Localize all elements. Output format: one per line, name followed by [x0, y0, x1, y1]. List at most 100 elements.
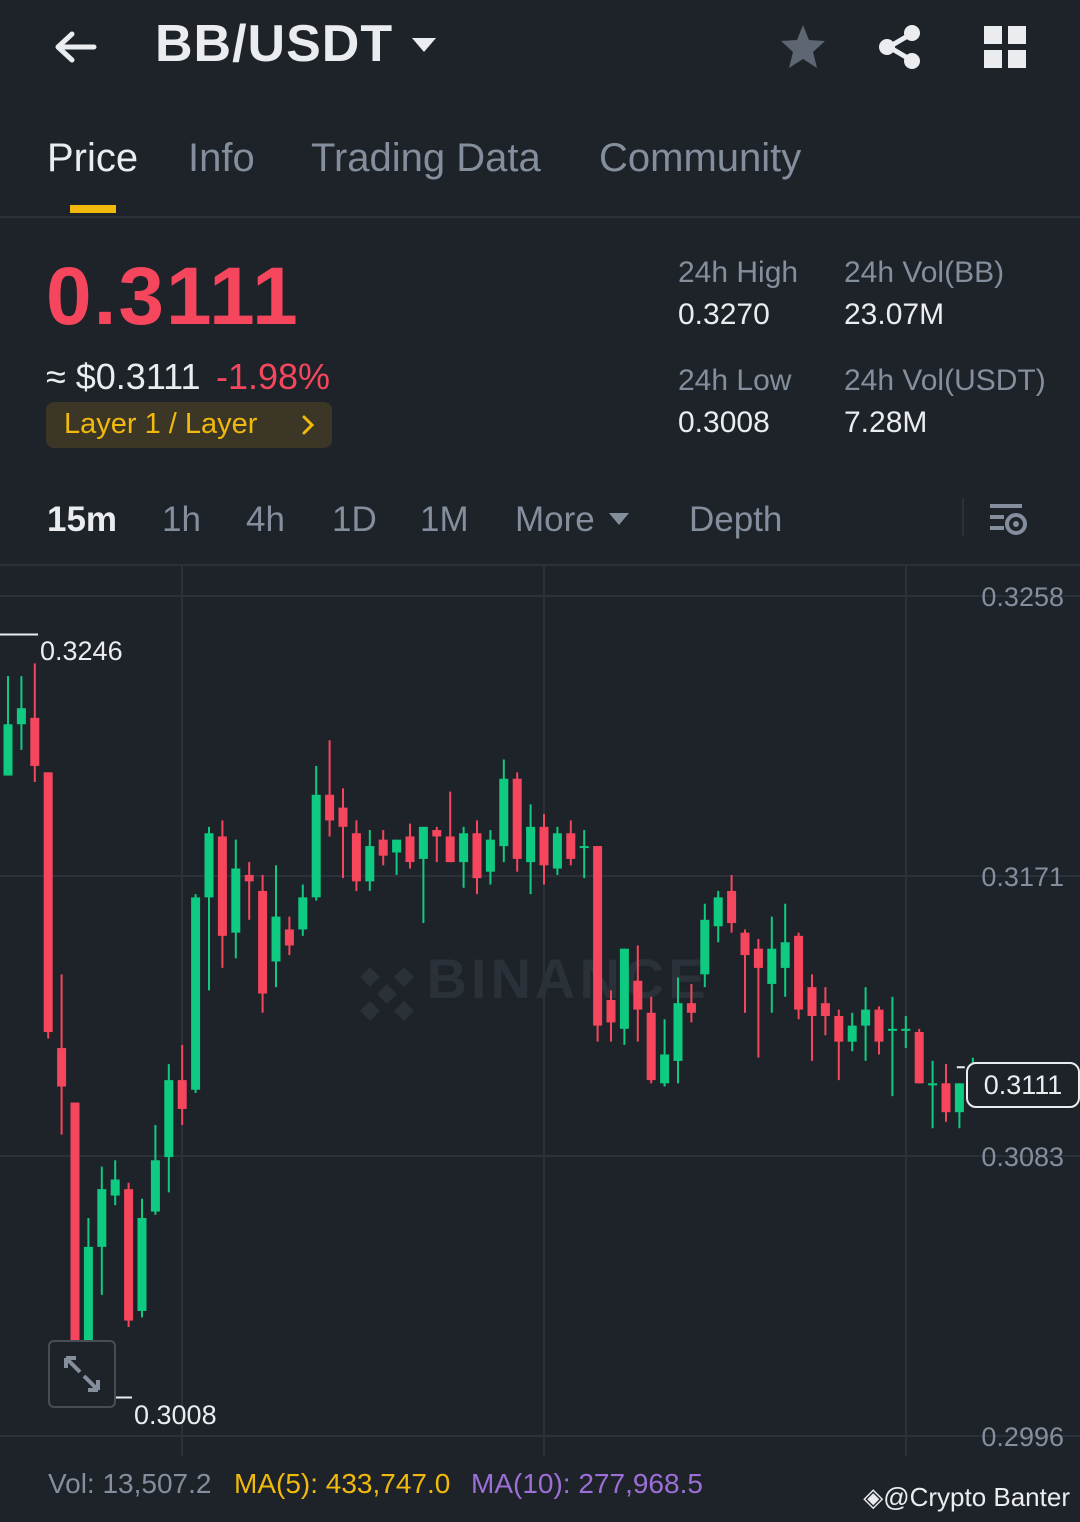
candle-body [244, 874, 254, 882]
stat-24h-high-label: 24h High [678, 256, 799, 289]
candle-body [150, 1160, 160, 1212]
tab-info[interactable]: Info [188, 136, 255, 181]
candle-body [593, 846, 603, 1026]
expand-icon [64, 1356, 100, 1392]
star-icon[interactable] [778, 22, 828, 72]
candle-body [847, 1025, 857, 1042]
candle-body [928, 1083, 938, 1086]
candle-body [231, 868, 241, 933]
min-price-label: 0.3008 [134, 1400, 217, 1430]
back-arrow-icon[interactable] [50, 22, 100, 72]
candle-body [217, 836, 227, 936]
stat-24h-vol-quote-label: 24h Vol(USDT) [844, 364, 1046, 397]
candle-body [271, 916, 281, 962]
candle-body [258, 890, 268, 994]
interval-1d[interactable]: 1D [332, 500, 377, 540]
candle-body [566, 833, 576, 859]
candle-body [780, 942, 790, 968]
candle-body [338, 807, 348, 827]
candle-body [874, 1009, 884, 1042]
tab-price[interactable]: Price [47, 136, 138, 181]
candle-body [660, 1054, 670, 1084]
candle-body [57, 1048, 67, 1087]
candle-body [834, 1016, 844, 1042]
last-price-tag-value: 0.3111 [983, 1070, 1063, 1100]
pair-title[interactable]: BB/USDT [155, 14, 393, 74]
candle-body [954, 1083, 964, 1113]
volume-readout: Vol: 13,507.2 [48, 1468, 212, 1499]
last-price-tag: 0.3111 [966, 1062, 1080, 1108]
chevron-right-icon [302, 415, 315, 435]
candle-body [191, 897, 201, 1090]
candle-body [820, 1003, 830, 1016]
candle-body [606, 999, 616, 1023]
candle-body [740, 932, 750, 956]
candle-body [164, 1080, 174, 1158]
category-tag[interactable]: Layer 1 / Layer [46, 402, 332, 448]
tab-community[interactable]: Community [599, 136, 801, 181]
candle-body [298, 897, 308, 930]
indicator-footer: Vol: 13,507.2 MA(5): 433,747.0 MA(10): 2… [0, 1456, 1080, 1522]
candle-body [311, 794, 321, 898]
candle-body [3, 724, 13, 776]
candle-body [579, 846, 589, 849]
interval-1m[interactable]: 1M [420, 500, 469, 540]
credit-watermark: ◈@Crypto Banter [863, 1482, 1070, 1513]
caret-down-icon [609, 513, 629, 525]
candle-body [351, 833, 361, 882]
candle-body [619, 948, 629, 1029]
header: BB/USDT [0, 0, 1080, 100]
tab-bar: Price Info Trading Data Community [0, 120, 1080, 218]
candle-body [284, 929, 294, 946]
interval-1h[interactable]: 1h [162, 500, 201, 540]
candle-body [110, 1179, 120, 1196]
usd-price: ≈ $0.3111 [46, 356, 201, 397]
active-tab-indicator [70, 205, 116, 213]
candle-body [633, 980, 643, 1010]
stat-24h-vol-base-value: 23.07M [844, 298, 945, 331]
candlestick-chart[interactable]: BINANCE 0.3258 0.3171 0.3083 0.2996 0.31… [0, 566, 1080, 1456]
share-icon[interactable] [875, 22, 925, 72]
candle-body [499, 778, 509, 847]
candle-body [325, 794, 335, 821]
candle-body [673, 1003, 683, 1061]
depth-tab[interactable]: Depth [689, 500, 782, 540]
candle-body [753, 948, 763, 968]
stat-24h-vol-quote-value: 7.28M [844, 406, 928, 439]
stat-24h-low-label: 24h Low [678, 364, 792, 397]
candle-body [43, 772, 53, 1033]
fullscreen-button[interactable] [48, 1340, 116, 1408]
ma10-readout: MA(10): 277,968.5 [471, 1468, 703, 1499]
chart-settings-icon[interactable] [986, 498, 1030, 538]
stat-24h-low-value: 0.3008 [678, 406, 770, 439]
diamond-logo-icon: ◈ [863, 1482, 884, 1512]
candle-body [485, 839, 495, 872]
candle-body [459, 833, 469, 863]
caret-down-icon[interactable] [410, 36, 438, 54]
candle-body [392, 839, 402, 853]
change-percent: -1.98% [216, 356, 331, 397]
candle-body [767, 948, 777, 984]
y-axis-tick: 0.2996 [981, 1422, 1064, 1452]
candle-body [472, 833, 482, 879]
tab-trading-data[interactable]: Trading Data [311, 136, 541, 181]
candle-body [177, 1080, 187, 1109]
candle-body [700, 919, 710, 975]
candle-body [16, 708, 26, 725]
last-price: 0.3111 [46, 251, 300, 342]
interval-4h[interactable]: 4h [246, 500, 285, 540]
candle-body [124, 1189, 134, 1321]
candle-body [713, 897, 723, 927]
candle-body [539, 826, 549, 866]
grid-icon[interactable] [982, 24, 1028, 70]
candle-body [807, 987, 817, 1016]
candle-body [137, 1217, 147, 1311]
candle-body [686, 1003, 696, 1013]
divider [962, 498, 964, 536]
candle-body [901, 1028, 911, 1031]
y-axis-tick: 0.3258 [981, 582, 1064, 612]
more-intervals-button[interactable]: More [515, 500, 595, 540]
candle-body [552, 833, 562, 869]
chart-canvas [0, 566, 1080, 1456]
interval-15m[interactable]: 15m [47, 500, 117, 540]
